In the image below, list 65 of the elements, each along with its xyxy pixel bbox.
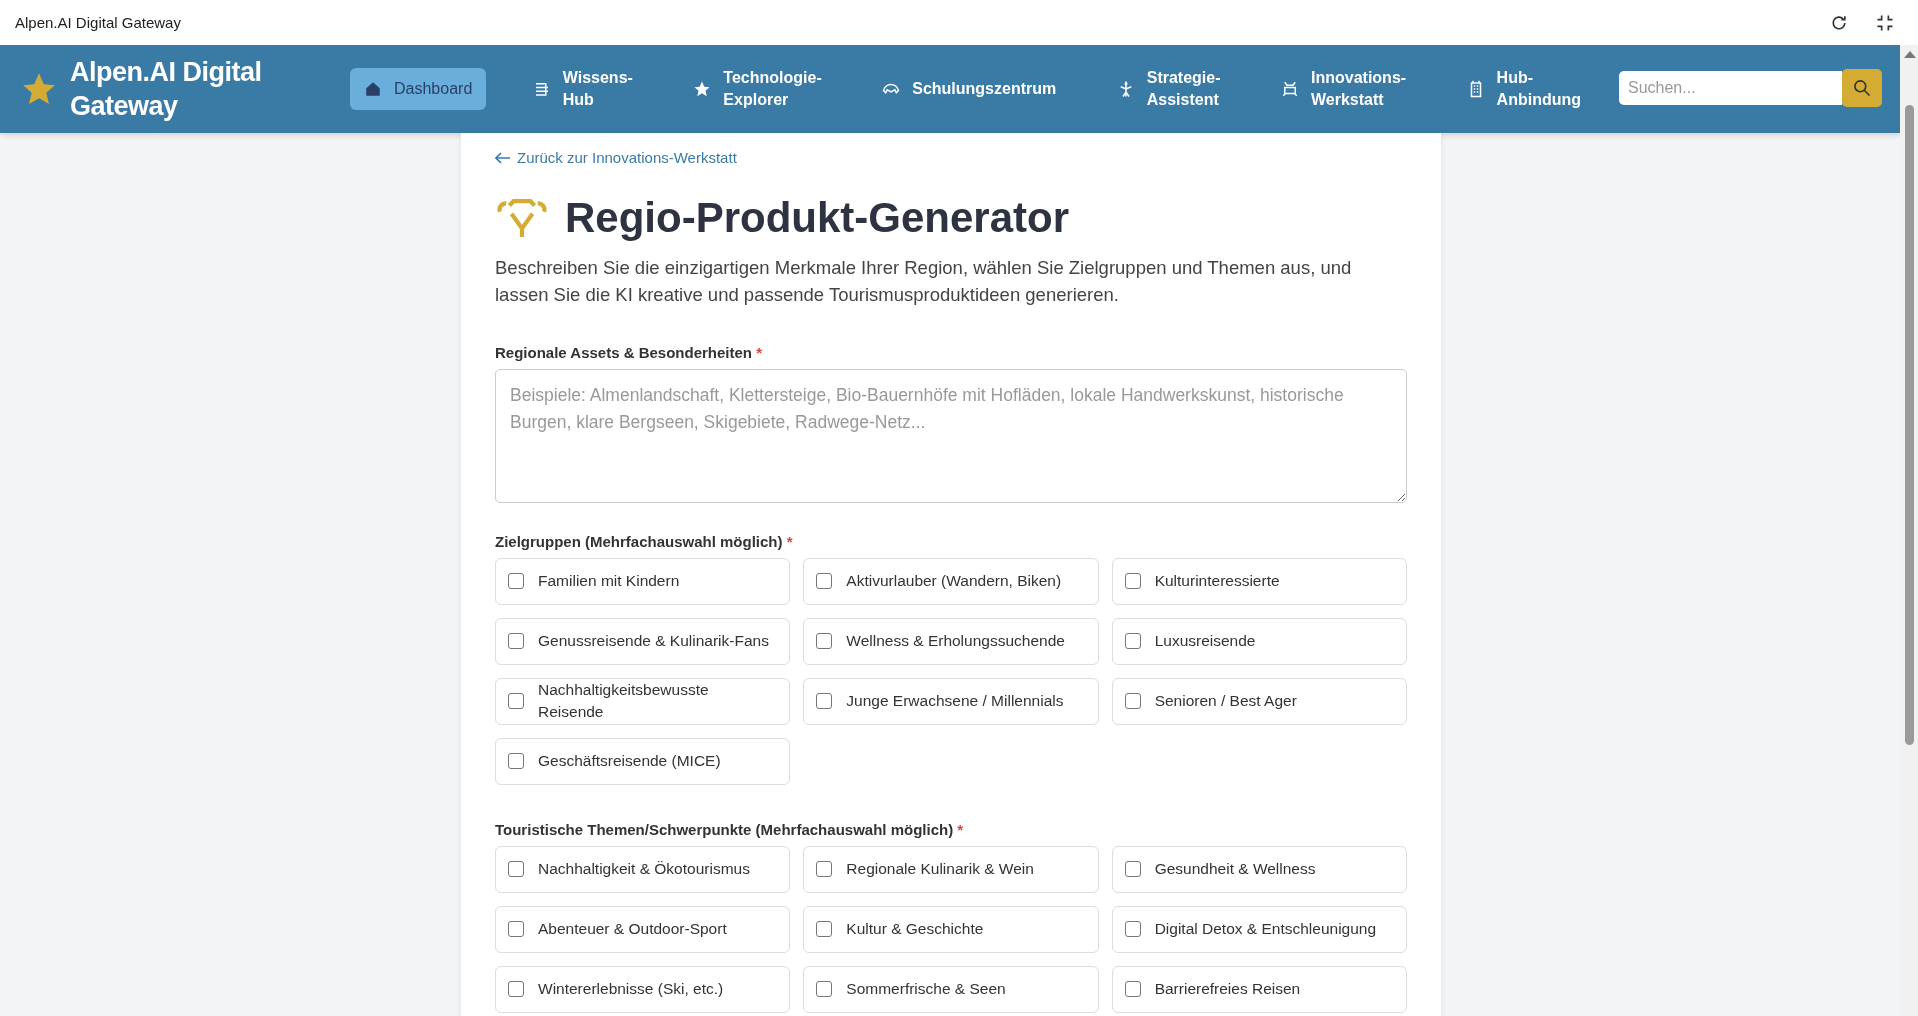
nav-tab[interactable]: Schulungszentrum: [868, 70, 1071, 108]
field-label: Zielgruppen (Mehrfachauswahl möglich): [495, 532, 783, 550]
checkbox[interactable]: [508, 981, 524, 997]
brand-name: Alpen.AI Digital Gateway: [70, 56, 263, 123]
checkbox[interactable]: [816, 981, 833, 997]
checkbox[interactable]: [816, 921, 833, 937]
arrow-left-icon: [495, 151, 511, 164]
checkbox-option[interactable]: Kultur & Geschichte: [803, 905, 1099, 953]
required-mark: *: [756, 343, 763, 361]
checkbox[interactable]: [816, 633, 833, 649]
checkbox-option[interactable]: Nachhaltigkeitsbewusste Reisende: [495, 677, 791, 725]
page-title: Regio-Produkt-Generator: [565, 193, 1070, 242]
checkbox-option[interactable]: Wellness & Erholungssuchende: [803, 617, 1099, 665]
required-mark: *: [957, 820, 964, 838]
nav-tab[interactable]: Innovations-Werkstatt: [1267, 59, 1421, 119]
checkbox-option[interactable]: Abenteuer & Outdoor-Sport: [495, 905, 791, 953]
checkbox-option[interactable]: Nachhaltigkeit & Ökotourismus: [495, 845, 791, 893]
checkbox[interactable]: [816, 573, 833, 589]
checkbox-option[interactable]: Regionale Kulinarik & Wein: [803, 845, 1099, 893]
checkbox[interactable]: [508, 921, 524, 937]
house-icon: [364, 80, 382, 98]
nav-tab[interactable]: Dashboard: [350, 68, 487, 110]
scrollbar[interactable]: [1900, 45, 1918, 1016]
checkbox-option[interactable]: Aktivurlauber (Wandern, Biken): [803, 557, 1099, 605]
window-title: Alpen.AI Digital Gateway: [15, 14, 181, 31]
checkbox-option[interactable]: Gesundheit & Wellness: [1111, 845, 1407, 893]
checkbox[interactable]: [1124, 861, 1141, 877]
checkbox-option[interactable]: Geschäftsreisende (MICE): [495, 737, 791, 785]
checkbox[interactable]: [1124, 981, 1141, 997]
checkbox[interactable]: [816, 861, 833, 877]
checkbox-option[interactable]: Luxusreisende: [1111, 617, 1407, 665]
text-area[interactable]: Beispiele: Almenlandschaft, Klettersteige, Bio-Bauernhöfe mit Hofläden, lokale Handwerkskunst, historische Burgen, klare Bergseen, Skigebiete, Radwege-Netz...: [495, 368, 1407, 503]
checkbox-option[interactable]: Barrierefreies Reisen: [1111, 965, 1407, 1013]
checkbox[interactable]: [816, 693, 833, 709]
search-icon: [1852, 78, 1872, 98]
nav-tab[interactable]: Strategie-Assistent: [1102, 59, 1235, 119]
checkbox[interactable]: [1124, 573, 1141, 589]
checkbox[interactable]: [508, 753, 524, 769]
star-icon: [693, 80, 712, 98]
search-button[interactable]: [1842, 69, 1882, 107]
checkbox[interactable]: [508, 693, 524, 709]
checkbox-option[interactable]: Junge Erwachsene / Millennials: [803, 677, 1099, 725]
checkbox-option[interactable]: Sommerfrische & Seen: [803, 965, 1099, 1013]
nav-tab[interactable]: Hub-Anbindung: [1452, 59, 1595, 119]
checkbox-option[interactable]: Kulturinteressierte: [1111, 557, 1407, 605]
nav-tab[interactable]: Wissens-Hub: [518, 59, 647, 119]
checkbox[interactable]: [508, 633, 524, 649]
intro-text: Beschreiben Sie die einzigartigen Merkmale Ihrer Region, wählen Sie Zielgruppen und Themen aus, und lassen Sie die KI kreative und passende Tourismusproduktideen generieren.: [495, 255, 1353, 307]
checkbox-option[interactable]: Senioren / Best Ager: [1111, 677, 1407, 725]
checkbox[interactable]: [508, 861, 524, 877]
required-mark: *: [786, 532, 793, 550]
checkbox[interactable]: [1124, 693, 1141, 709]
search-field[interactable]: Suchen...: [1619, 71, 1842, 105]
checkbox-option[interactable]: Genussreisende & Kulinarik-Fans: [495, 617, 791, 665]
field-label: Touristische Themen/Schwerpunkte (Mehrfachauswahl möglich): [495, 820, 954, 838]
nav-tab[interactable]: Technologie-Explorer: [679, 59, 836, 119]
checkbox-option[interactable]: Digital Detox & Entschleunigung: [1111, 905, 1407, 953]
emblem-icon: [495, 196, 549, 239]
checkbox[interactable]: [508, 573, 524, 589]
back-link[interactable]: Zurück zur Innovations-Werkstatt: [495, 149, 737, 166]
field-label: Regionale Assets & Besonderheiten: [495, 343, 752, 361]
checkbox-option[interactable]: Familien mit Kindern: [495, 557, 791, 605]
checkbox[interactable]: [1124, 921, 1141, 937]
checkbox[interactable]: [1124, 633, 1141, 649]
checkbox-option[interactable]: Wintererlebnisse (Ski, etc.): [495, 965, 791, 1013]
